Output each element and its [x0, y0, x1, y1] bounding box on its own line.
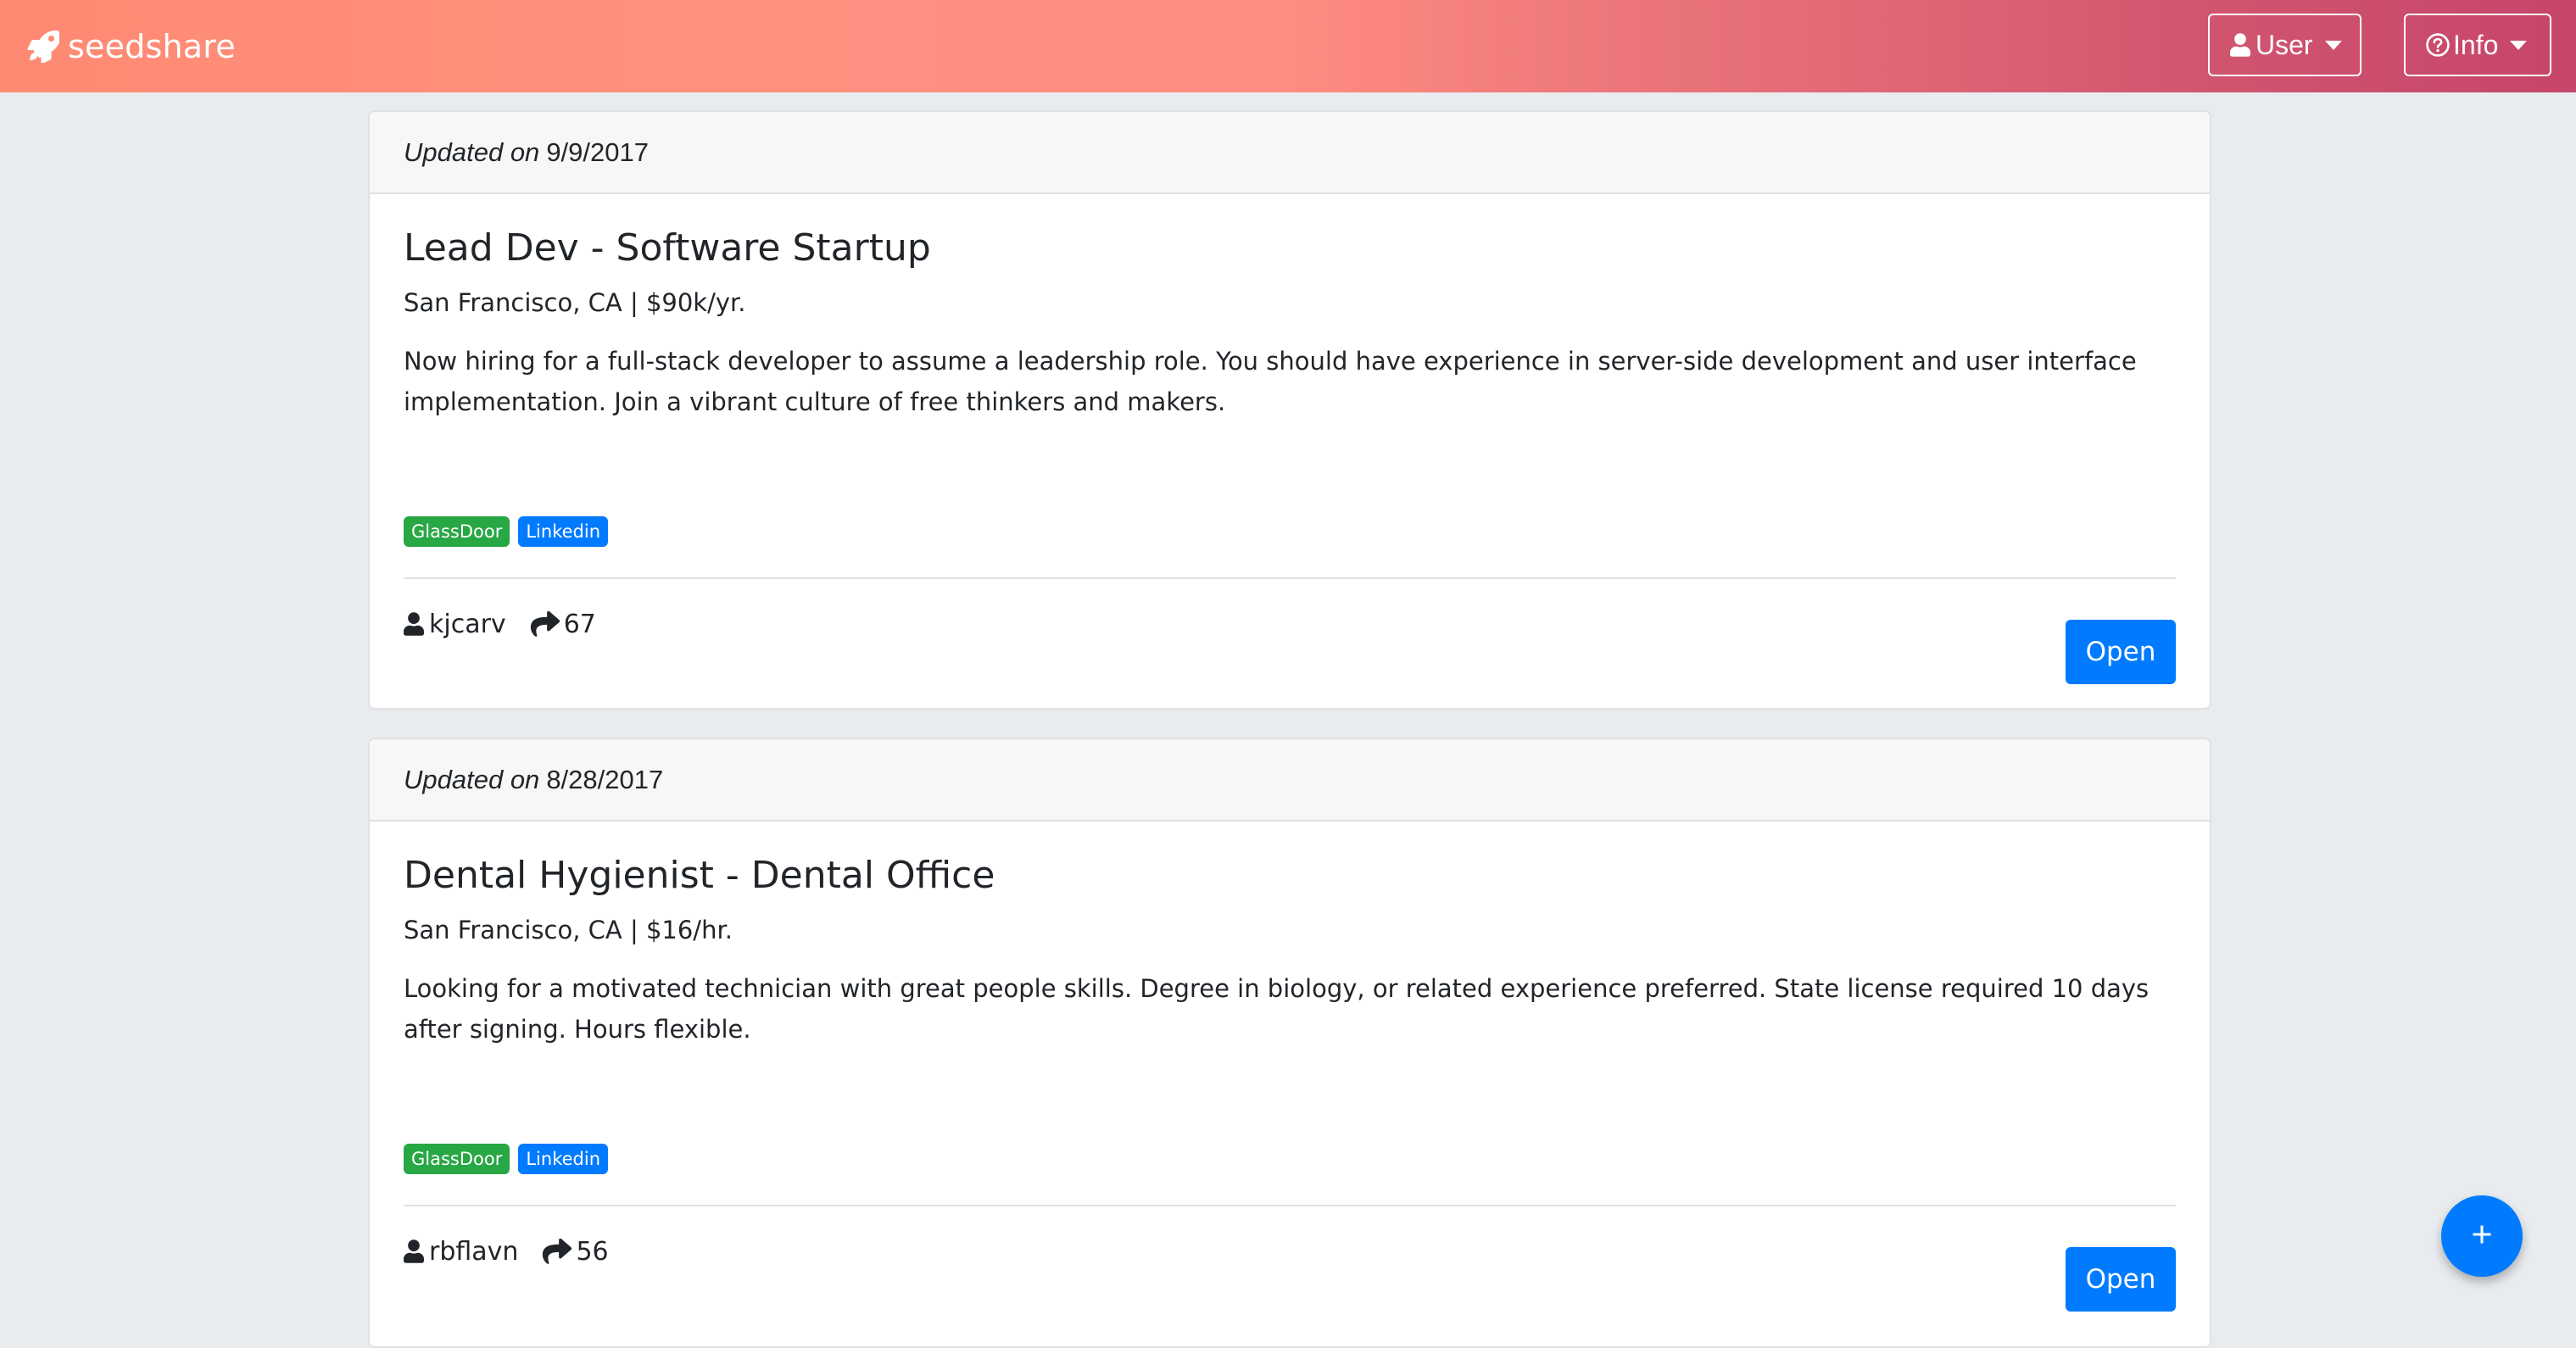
updated-label: Updated on: [404, 136, 540, 167]
brand-logo[interactable]: seedshare: [27, 0, 236, 92]
job-location-salary: San Francisco, CA | $90k/yr.: [404, 287, 746, 317]
share-count: 56: [576, 1237, 609, 1267]
user-icon: [2230, 32, 2250, 58]
info-button-label: Info: [2453, 29, 2499, 60]
user-icon: [404, 611, 424, 638]
tag-linkedin[interactable]: Linkedin: [518, 1144, 609, 1174]
card-header: Updated on 8/28/2017: [370, 739, 2210, 822]
tag-glassdoor[interactable]: GlassDoor: [404, 516, 510, 547]
job-title: Lead Dev - Software Startup: [404, 226, 931, 270]
card-footer-meta: rbflavn 56: [404, 1237, 609, 1267]
chevron-down-icon: [2510, 40, 2528, 50]
job-location-salary: San Francisco, CA | $16/hr.: [404, 915, 733, 944]
top-navbar: seedshare User Info: [0, 0, 2576, 92]
card-footer-meta: kjcarv 67: [404, 610, 596, 639]
card-body: Lead Dev - Software Startup San Francisc…: [370, 194, 2210, 708]
tag-list: GlassDoor Linkedin: [404, 1144, 609, 1174]
user-button-label: User: [2255, 29, 2313, 60]
updated-date: 8/28/2017: [546, 764, 664, 794]
user-icon: [404, 1239, 424, 1265]
add-job-button[interactable]: [2441, 1195, 2523, 1277]
job-description: Now hiring for a full-stack developer to…: [404, 346, 2137, 416]
share-count: 67: [563, 610, 596, 639]
job-title: Dental Hygienist - Dental Office: [404, 854, 995, 897]
rocket-icon: [27, 30, 61, 64]
share-icon: [542, 1238, 572, 1266]
question-circle-icon: [2426, 32, 2450, 58]
card-header: Updated on 9/9/2017: [370, 112, 2210, 194]
tag-list: GlassDoor Linkedin: [404, 516, 609, 547]
author-name[interactable]: rbflavn: [429, 1237, 518, 1267]
open-button[interactable]: Open: [2066, 1247, 2176, 1312]
author-name[interactable]: kjcarv: [429, 610, 506, 639]
job-card: Updated on 8/28/2017 Dental Hygienist - …: [368, 738, 2211, 1348]
divider: [404, 577, 2176, 579]
updated-label: Updated on: [404, 764, 540, 794]
divider: [404, 1205, 2176, 1206]
info-dropdown-button[interactable]: Info: [2404, 14, 2551, 76]
job-card: Updated on 9/9/2017 Lead Dev - Software …: [368, 110, 2211, 710]
user-dropdown-button[interactable]: User: [2208, 14, 2361, 76]
job-description: Looking for a motivated technician with …: [404, 973, 2149, 1044]
tag-glassdoor[interactable]: GlassDoor: [404, 1144, 510, 1174]
share-icon: [530, 610, 560, 638]
card-body: Dental Hygienist - Dental Office San Fra…: [370, 822, 2210, 1346]
brand-name: seedshare: [68, 27, 236, 65]
chevron-down-icon: [2324, 40, 2342, 50]
tag-linkedin[interactable]: Linkedin: [518, 516, 609, 547]
plus-icon: [2469, 1222, 2495, 1251]
updated-date: 9/9/2017: [546, 136, 649, 167]
open-button[interactable]: Open: [2066, 620, 2176, 684]
